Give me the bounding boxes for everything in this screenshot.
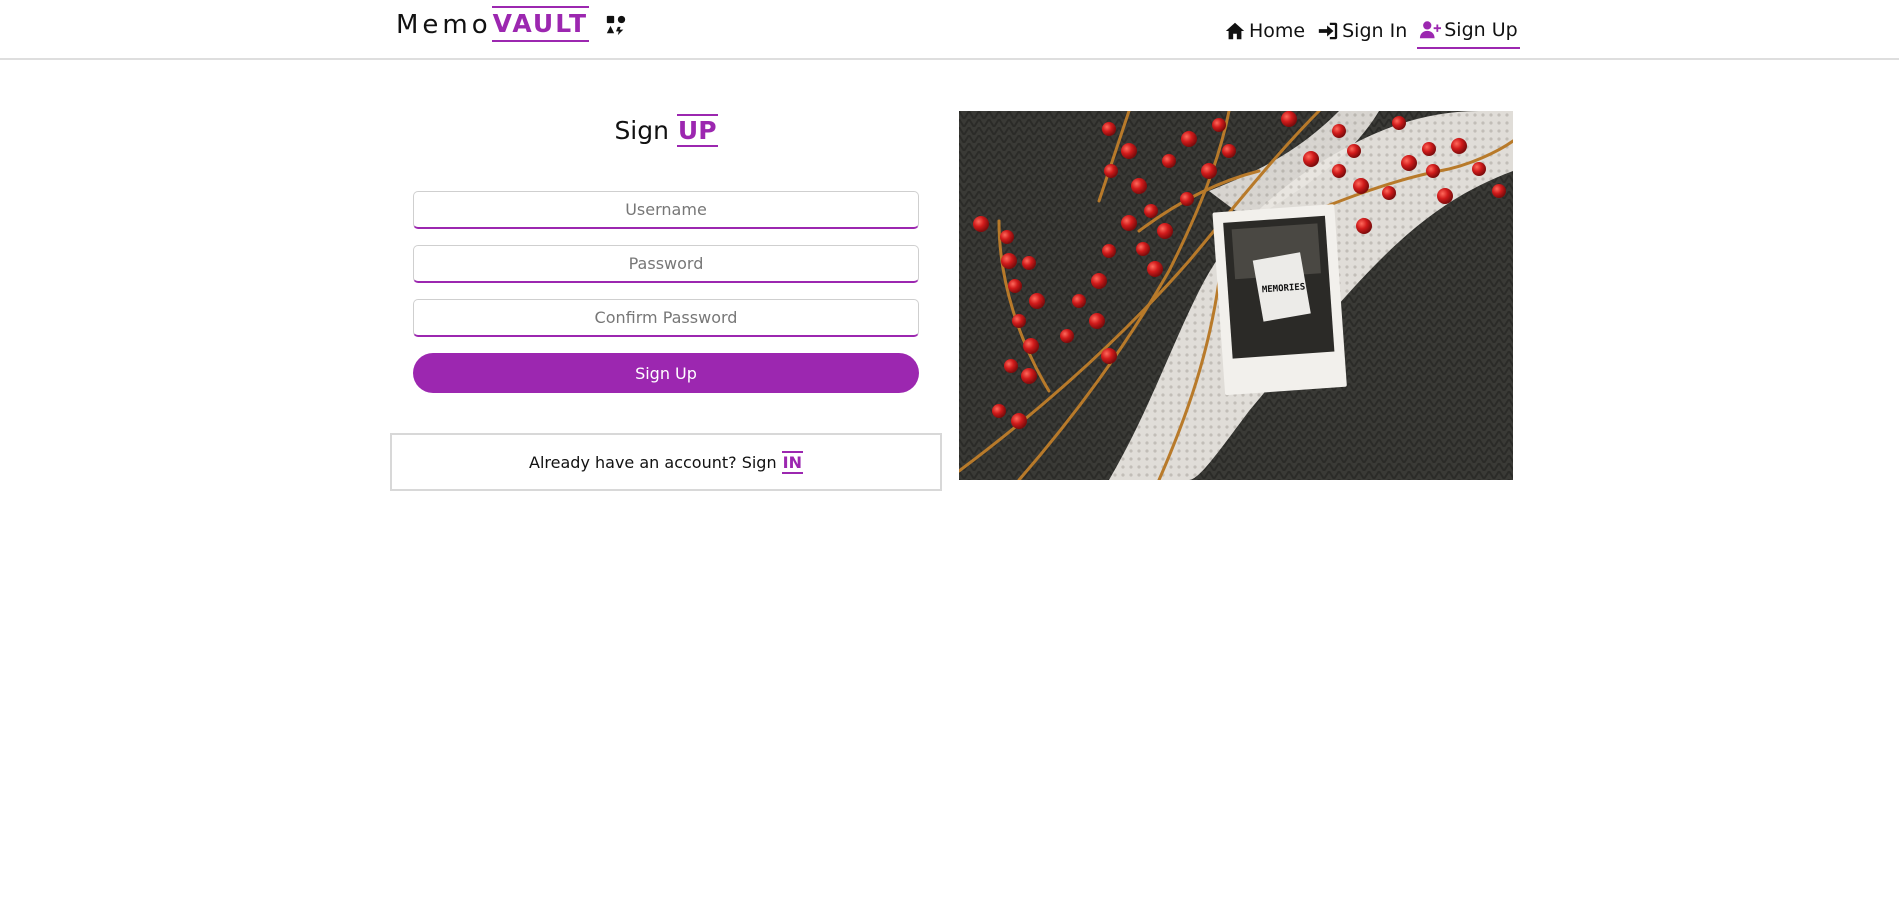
username-input[interactable] <box>413 191 919 229</box>
nav-signin-label: Sign In <box>1342 20 1408 42</box>
nav-signup-label: Sign Up <box>1444 19 1518 41</box>
nav-home[interactable]: Home <box>1222 13 1307 49</box>
brand-logo[interactable]: Memo VAULT <box>396 6 627 44</box>
hero-image: MEMORIES <box>959 111 1513 480</box>
hero-photo: MEMORIES <box>959 111 1513 480</box>
signup-form: Sign UP Sign Up Already have an account?… <box>390 110 942 491</box>
signin-link[interactable]: IN <box>781 450 803 474</box>
page-title-main: Sign <box>614 116 669 145</box>
nav-home-label: Home <box>1249 20 1306 42</box>
shapes-icon <box>606 15 626 36</box>
user-plus-icon <box>1420 21 1442 39</box>
sign-in-icon <box>1318 22 1338 40</box>
signin-prompt-box: Already have an account? Sign IN <box>390 433 942 491</box>
home-icon <box>1225 22 1245 40</box>
navbar: Memo VAULT Home Sign In Sign Up <box>0 0 1899 60</box>
password-input[interactable] <box>413 245 919 283</box>
nav-links: Home Sign In Sign Up <box>1222 12 1520 50</box>
nav-signup[interactable]: Sign Up <box>1417 13 1520 49</box>
nav-signin[interactable]: Sign In <box>1315 13 1409 49</box>
brand-name-vault: VAULT <box>491 6 590 42</box>
page-title: Sign UP <box>390 114 942 158</box>
page-title-accent: UP <box>676 114 718 147</box>
signup-button[interactable]: Sign Up <box>413 353 919 393</box>
signin-prompt-text: Already have an account? Sign <box>529 452 777 472</box>
brand-name-memo: Memo <box>396 10 492 40</box>
confirm-password-input[interactable] <box>413 299 919 337</box>
